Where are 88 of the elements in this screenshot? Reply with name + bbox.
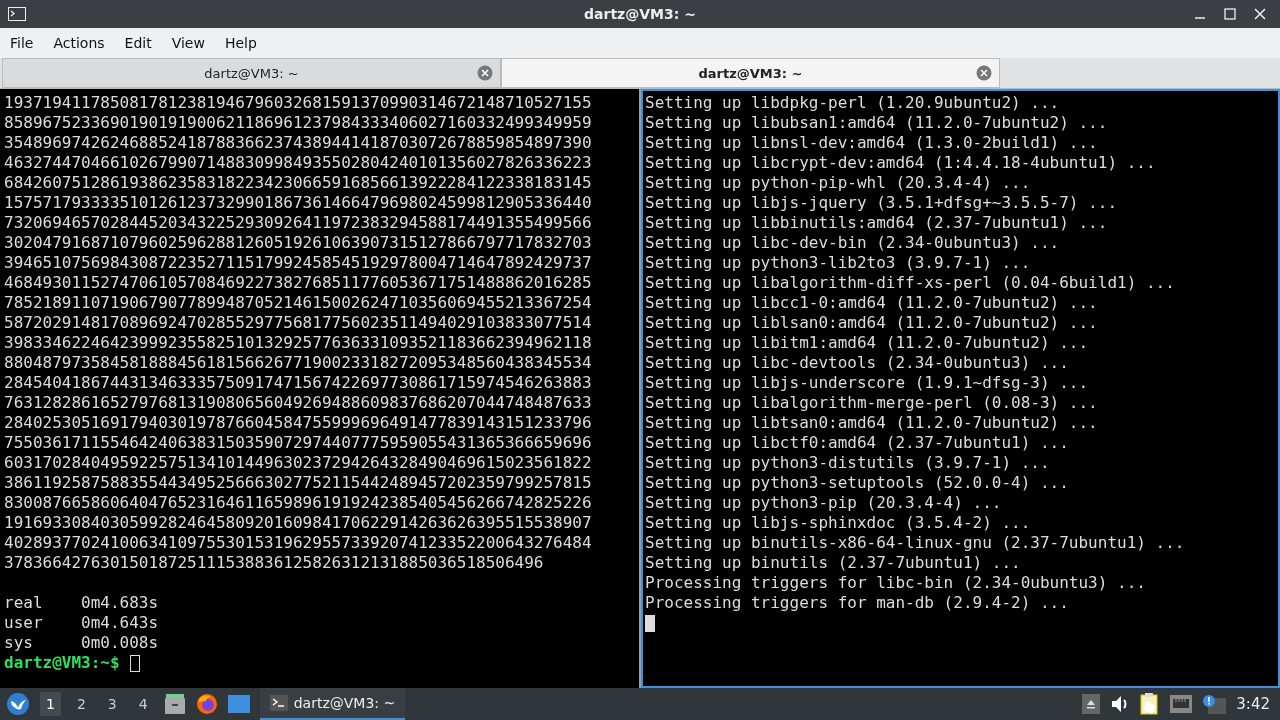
terminal-line: Setting up libbinutils:amd64 (2.37-7ubuntu1) ... <box>645 213 1109 233</box>
terminal-line: real 0m4.683s <box>4 593 160 613</box>
terminal-line: Setting up libc-devtools (2.34-0ubuntu3) ... <box>645 353 1070 373</box>
eject-icon[interactable] <box>1082 694 1101 714</box>
clipboard-icon[interactable] <box>1140 693 1161 715</box>
terminal-line: 2845404186744313463335750917471567422697730861715974546263883 <box>4 373 593 393</box>
terminal-line: Setting up libdpkg-perl (1.20.9ubuntu2) ... <box>645 93 1061 113</box>
terminal-line: Setting up binutils (2.37-7ubuntu1) ... <box>645 553 1022 573</box>
menu-item[interactable]: View <box>163 31 213 55</box>
terminal-line: Processing triggers for man-db (2.9.4-2) ... <box>645 593 1070 613</box>
terminal-line: Setting up python3-pip (20.3.4-4) ... <box>645 493 1003 513</box>
terminal-line: 6842607512861938623583182234230665916856613922284122338183145 <box>4 173 593 193</box>
workspace-button[interactable]: 1 <box>40 692 61 716</box>
terminal-line: Setting up python-pip-whl (20.3.4-4) ... <box>645 173 1032 193</box>
terminal-line: Setting up liblsan0:amd64 (11.2.0-7ubuntu2) ... <box>645 313 1099 333</box>
terminal-line: Setting up libjs-sphinxdoc (3.5.4-2) ... <box>645 513 1032 533</box>
maximize-icon[interactable] <box>1224 8 1236 20</box>
terminal-line: 6031702840495922575134101449630237294264328490469615023561822 <box>4 453 593 473</box>
terminal-line: user 0m4.643s <box>4 613 160 633</box>
terminal-line: Setting up libtsan0:amd64 (11.2.0-7ubuntu2) ... <box>645 413 1099 433</box>
close-icon[interactable] <box>976 65 992 81</box>
menu-item[interactable]: Help <box>216 31 265 55</box>
terminal-line: 3946510756984308722352711517992458545192978004714647892429737 <box>4 253 593 273</box>
terminal-line: Setting up libjs-jquery (3.5.1+dfsg+~3.5.5-7) ... <box>645 193 1118 213</box>
terminal-icon <box>269 695 288 711</box>
terminal-icon <box>8 7 26 21</box>
terminal-line: Setting up libcrypt-dev:amd64 (1:4.4.18-4ubuntu1) ... <box>645 153 1157 173</box>
menu-item[interactable]: Actions <box>45 31 113 55</box>
terminal-line: Setting up libnsl-dev:amd64 (1.3.0-2build1) ... <box>645 133 1099 153</box>
terminal-line: 8300876658606404765231646116598961919242385405456266742825226 <box>4 493 593 513</box>
terminal-line: 8804879735845818884561815662677190023318272095348560438345534 <box>4 353 593 373</box>
terminal-line: Setting up libctf0:amd64 (2.37-7ubuntu1) ... <box>645 433 1070 453</box>
tab-label: dartz@VM3: ~ <box>698 65 803 81</box>
text-cursor <box>129 654 140 672</box>
terminal-line: 4632744704661026799071488309984935502804240101356027826336223 <box>4 153 593 173</box>
terminal-pane[interactable] <box>641 89 1280 688</box>
terminal-line: Processing triggers for libc-bin (2.34-0ubuntu3) ... <box>645 573 1147 593</box>
terminal-line: 3020479168710796025962881260519261063907315127866797717832703 <box>4 233 593 253</box>
terminal-line: Setting up libcc1-0:amd64 (11.2.0-7ubuntu2) ... <box>645 293 1099 313</box>
fox-globe-icon[interactable] <box>195 693 218 715</box>
tab-label: dartz@VM3: ~ <box>204 65 299 81</box>
terminal-line: Setting up libjs-underscore (1.9.1~dfsg-3) ... <box>645 373 1090 393</box>
bird-icon[interactable] <box>6 692 30 716</box>
clock[interactable]: 3:42 <box>1236 695 1274 713</box>
terminal-line: 4028937702410063410975530153196295573392074123352200643276484 <box>4 533 593 553</box>
terminal-line: 1916933084030599282464580920160984170622914263626395515538907 <box>4 513 593 533</box>
workspace-button[interactable]: 2 <box>70 692 92 716</box>
menu-item[interactable]: Edit <box>116 31 160 55</box>
task-button[interactable]: dartz@VM3: ~ <box>259 688 406 720</box>
terminal-line: 3548969742624688524187883662374389441418703072678859854897390 <box>4 133 593 153</box>
terminal-line: Setting up libalgorithm-diff-xs-perl (0.04-6build1) ... <box>645 273 1176 293</box>
terminal-line: 4684930115274706105708469227382768511776053671751488862016285 <box>4 273 593 293</box>
terminal-line: Setting up libalgorithm-merge-perl (0.08-3) ... <box>645 393 1099 413</box>
close-icon[interactable] <box>477 65 493 81</box>
terminal-line: Setting up python3-distutils (3.9.7-1) ... <box>645 453 1051 473</box>
terminal-line: 7852189110719067907789948705214615002624710356069455213367254 <box>4 293 593 313</box>
tab[interactable]: dartz@VM3: ~ <box>501 58 1000 88</box>
text-cursor <box>645 614 655 632</box>
file-cabinet-icon[interactable] <box>163 694 186 714</box>
terminal-line: Setting up python3-setuptools (52.0.0-4) ... <box>645 473 1070 493</box>
tab[interactable]: dartz@VM3: ~ <box>2 58 501 88</box>
terminal-line: Setting up libubsan1:amd64 (11.2.0-7ubuntu2) ... <box>645 113 1109 133</box>
workspace-button[interactable]: 4 <box>132 692 154 716</box>
workspace-button[interactable]: 3 <box>101 692 123 716</box>
shell-prompt: dartz@VM3:~$ <box>4 653 120 673</box>
terminal-line: 3861192587588355443495256663027752115442489457202359799257815 <box>4 473 593 493</box>
window-title: dartz@VM3: ~ <box>584 6 696 22</box>
terminal-line: Setting up libc-dev-bin (2.34-0ubuntu3) ... <box>645 233 1061 253</box>
terminal-line: Setting up python3-lib2to3 (3.9.7-1) ... <box>645 253 1032 273</box>
menu-item[interactable]: File <box>2 31 42 55</box>
terminal-line: 1575717933335101261237329901867361466479698024599812905336440 <box>4 193 593 213</box>
terminal-line: 8589675233690190191900621186961237984333406027160332499349959 <box>4 113 593 133</box>
terminal-line: 7550361711554642406383150359072974407775959055431365366659696 <box>4 433 593 453</box>
terminal-line: Setting up binutils-x86-64-linux-gnu (2.37-7ubuntu1) ... <box>645 533 1186 553</box>
window-icon[interactable] <box>227 695 250 713</box>
close-icon[interactable] <box>1254 8 1266 20</box>
terminal-line: sys 0m0.008s <box>4 633 160 653</box>
notification-icon[interactable] <box>1202 694 1227 714</box>
terminal-line: 2840253051691794030197876604584755999696491477839143151233796 <box>4 413 593 433</box>
terminal-line: Setting up libitm1:amd64 (11.2.0-7ubuntu2) ... <box>645 333 1090 353</box>
terminal-line: 5872029148170896924702855297756817756023511494029103833077514 <box>4 313 593 333</box>
terminal-line: 7631282861652797681319080656049269488609837686207044748487633 <box>4 393 593 413</box>
terminal-line: 3983346224642399923558251013292577636331093521183662394962118 <box>4 333 593 353</box>
terminal-line: 37836642763015018725111538836125826312131885036518506496 <box>4 553 545 573</box>
terminal-line: 1937194117850817812381946796032681591370990314672148710527155 <box>4 93 593 113</box>
terminal-pane[interactable] <box>0 89 639 688</box>
terminal-line: 7320694657028445203432252930926411972383294588174491355499566 <box>4 213 593 233</box>
network-icon[interactable] <box>1170 695 1193 713</box>
